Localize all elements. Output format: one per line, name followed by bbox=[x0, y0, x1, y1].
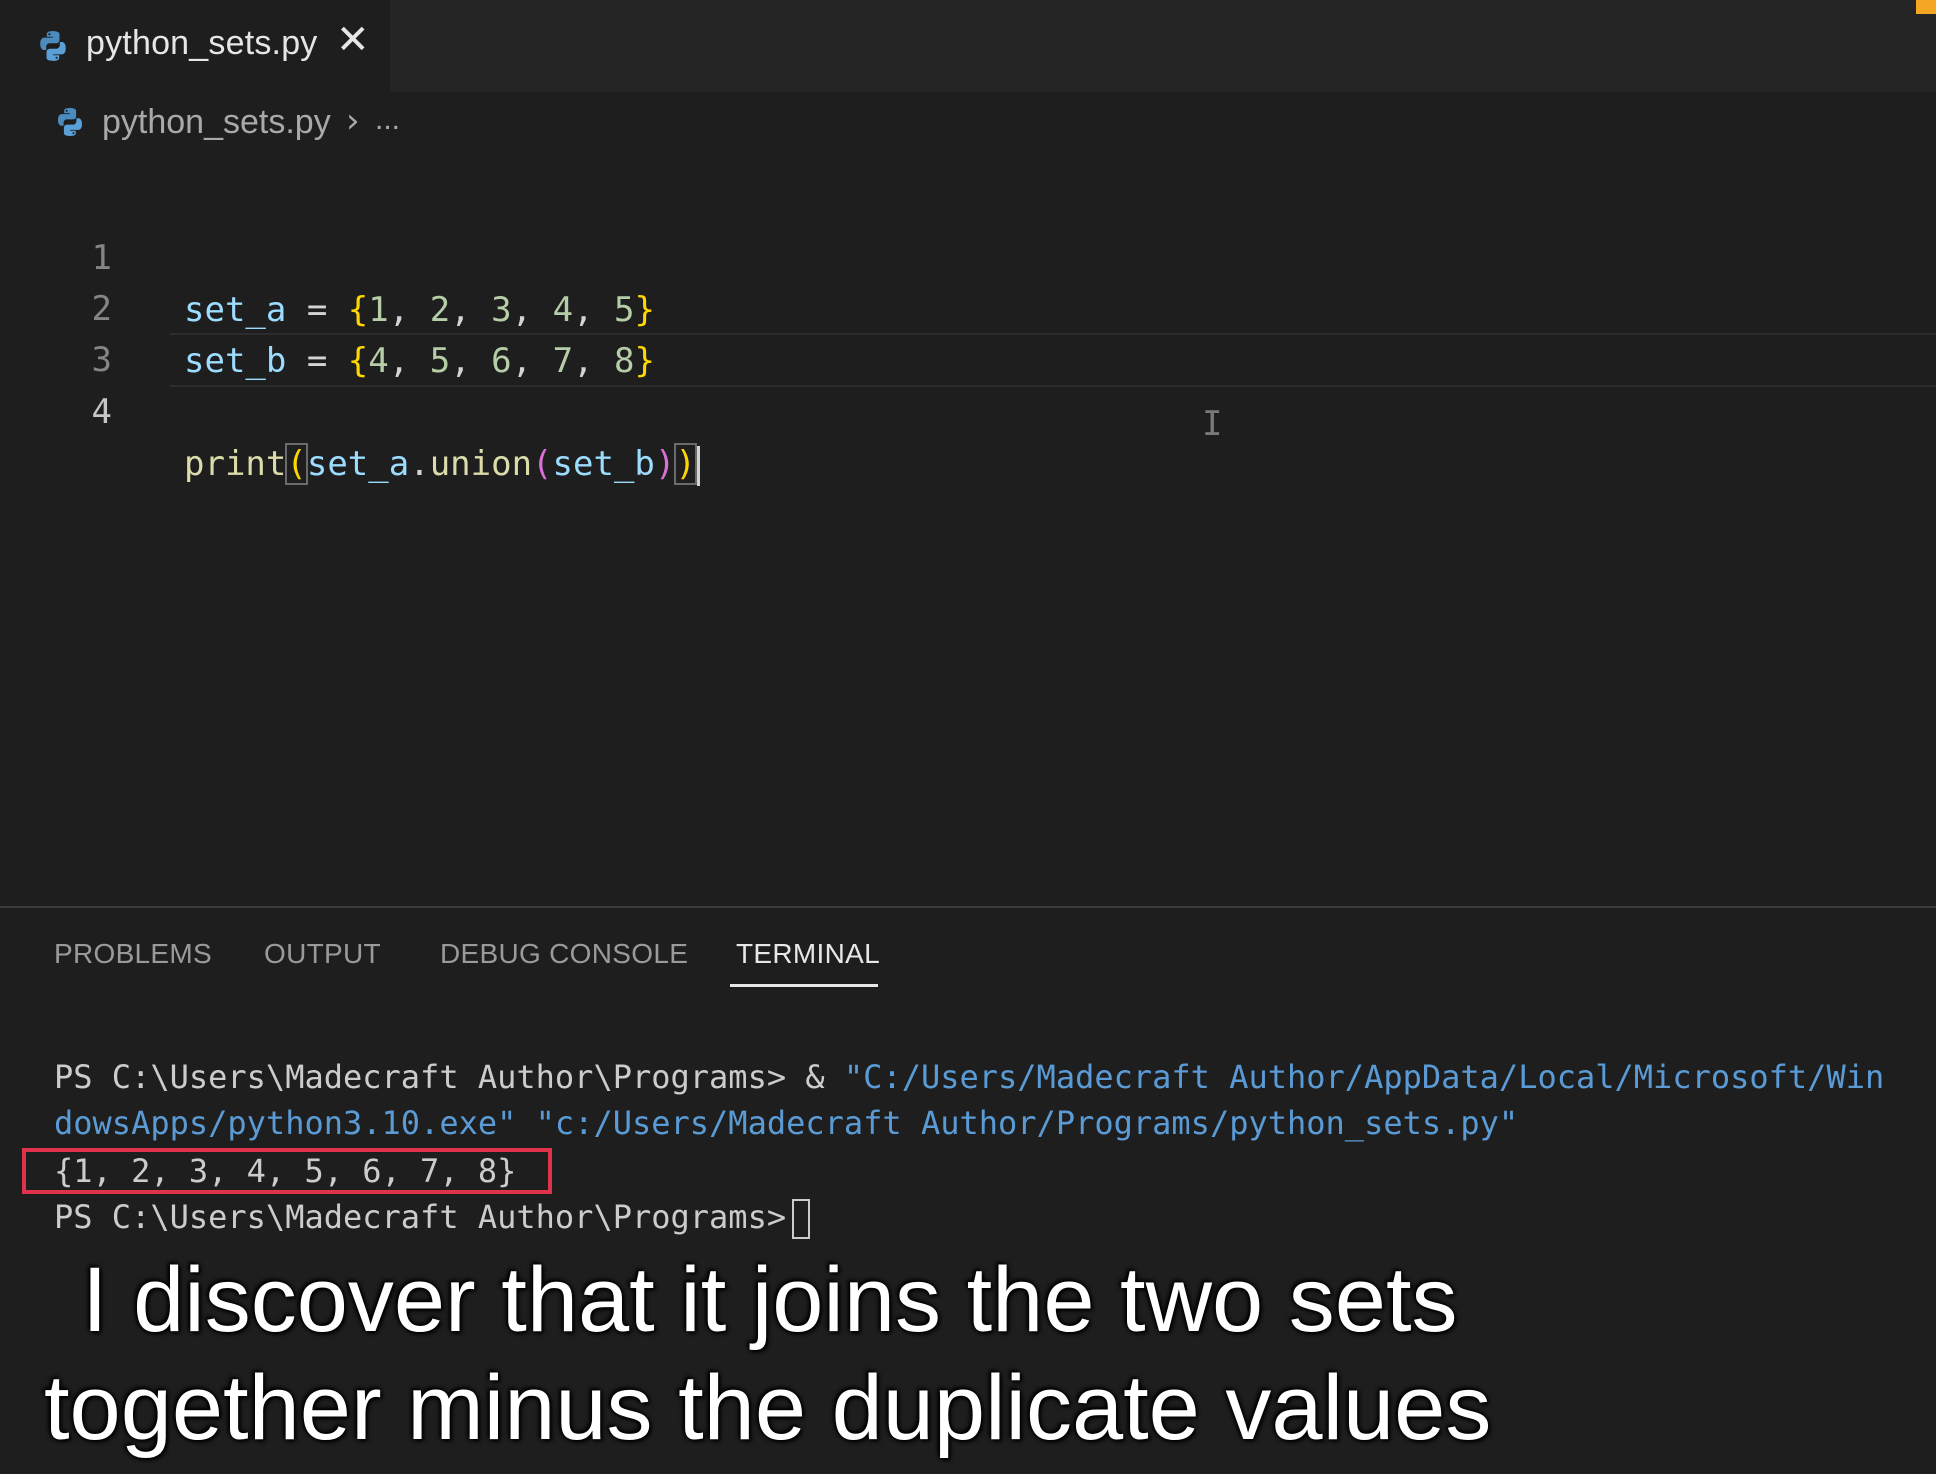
editor-tab-bar: python_sets.py ✕ bbox=[0, 0, 1936, 92]
code-text: print(set_a.union(set_b)) bbox=[184, 438, 700, 490]
python-file-icon bbox=[40, 31, 66, 61]
breadcrumb-file[interactable]: python_sets.py bbox=[102, 103, 331, 142]
active-tab-indicator bbox=[730, 984, 878, 987]
code-line: 3 bbox=[0, 282, 1936, 380]
code-line-current: 4 print(set_a.union(set_b)) bbox=[0, 333, 1936, 486]
code-line: 1 set_a = {1, 2, 3, 4, 5} bbox=[0, 180, 1936, 330]
tab-problems[interactable]: PROBLEMS bbox=[54, 938, 212, 970]
tab-debug-console[interactable]: DEBUG CONSOLE bbox=[440, 938, 688, 970]
tab-python-sets[interactable]: python_sets.py ✕ bbox=[0, 0, 390, 92]
output-highlight-box bbox=[22, 1148, 552, 1194]
terminal-command-line-wrap: dowsApps/python3.10.exe" "c:/Users/Madec… bbox=[54, 1104, 1519, 1142]
accent-marker bbox=[1916, 0, 1936, 14]
mouse-ibeam-icon: I bbox=[1202, 404, 1223, 444]
caption-line-2: together minus the duplicate values bbox=[44, 1357, 1492, 1459]
terminal-prompt[interactable]: PS C:\Users\Madecraft Author\Programs> bbox=[54, 1194, 811, 1240]
tab-label: python_sets.py bbox=[86, 24, 318, 62]
text-cursor bbox=[696, 445, 700, 486]
terminal-cursor bbox=[792, 1199, 811, 1239]
line-number: 4 bbox=[91, 392, 112, 432]
breadcrumb-more[interactable]: ... bbox=[375, 103, 400, 137]
chevron-right-icon: › bbox=[346, 101, 360, 141]
caption-line-1: I discover that it joins the two sets bbox=[82, 1249, 1458, 1351]
code-line: 2 set_b = {4, 5, 6, 7, 8} bbox=[0, 231, 1936, 381]
terminal-command-line: PS C:\Users\Madecraft Author\Programs> &… bbox=[54, 1058, 1885, 1096]
close-icon[interactable]: ✕ bbox=[336, 20, 370, 60]
tab-terminal[interactable]: TERMINAL bbox=[736, 938, 880, 970]
breadcrumb: python_sets.py › ... bbox=[0, 92, 1936, 154]
code-editor[interactable]: 1 set_a = {1, 2, 3, 4, 5} 2 set_b = {4, … bbox=[0, 154, 1936, 906]
tab-output[interactable]: OUTPUT bbox=[264, 938, 381, 970]
python-file-icon bbox=[58, 108, 82, 136]
